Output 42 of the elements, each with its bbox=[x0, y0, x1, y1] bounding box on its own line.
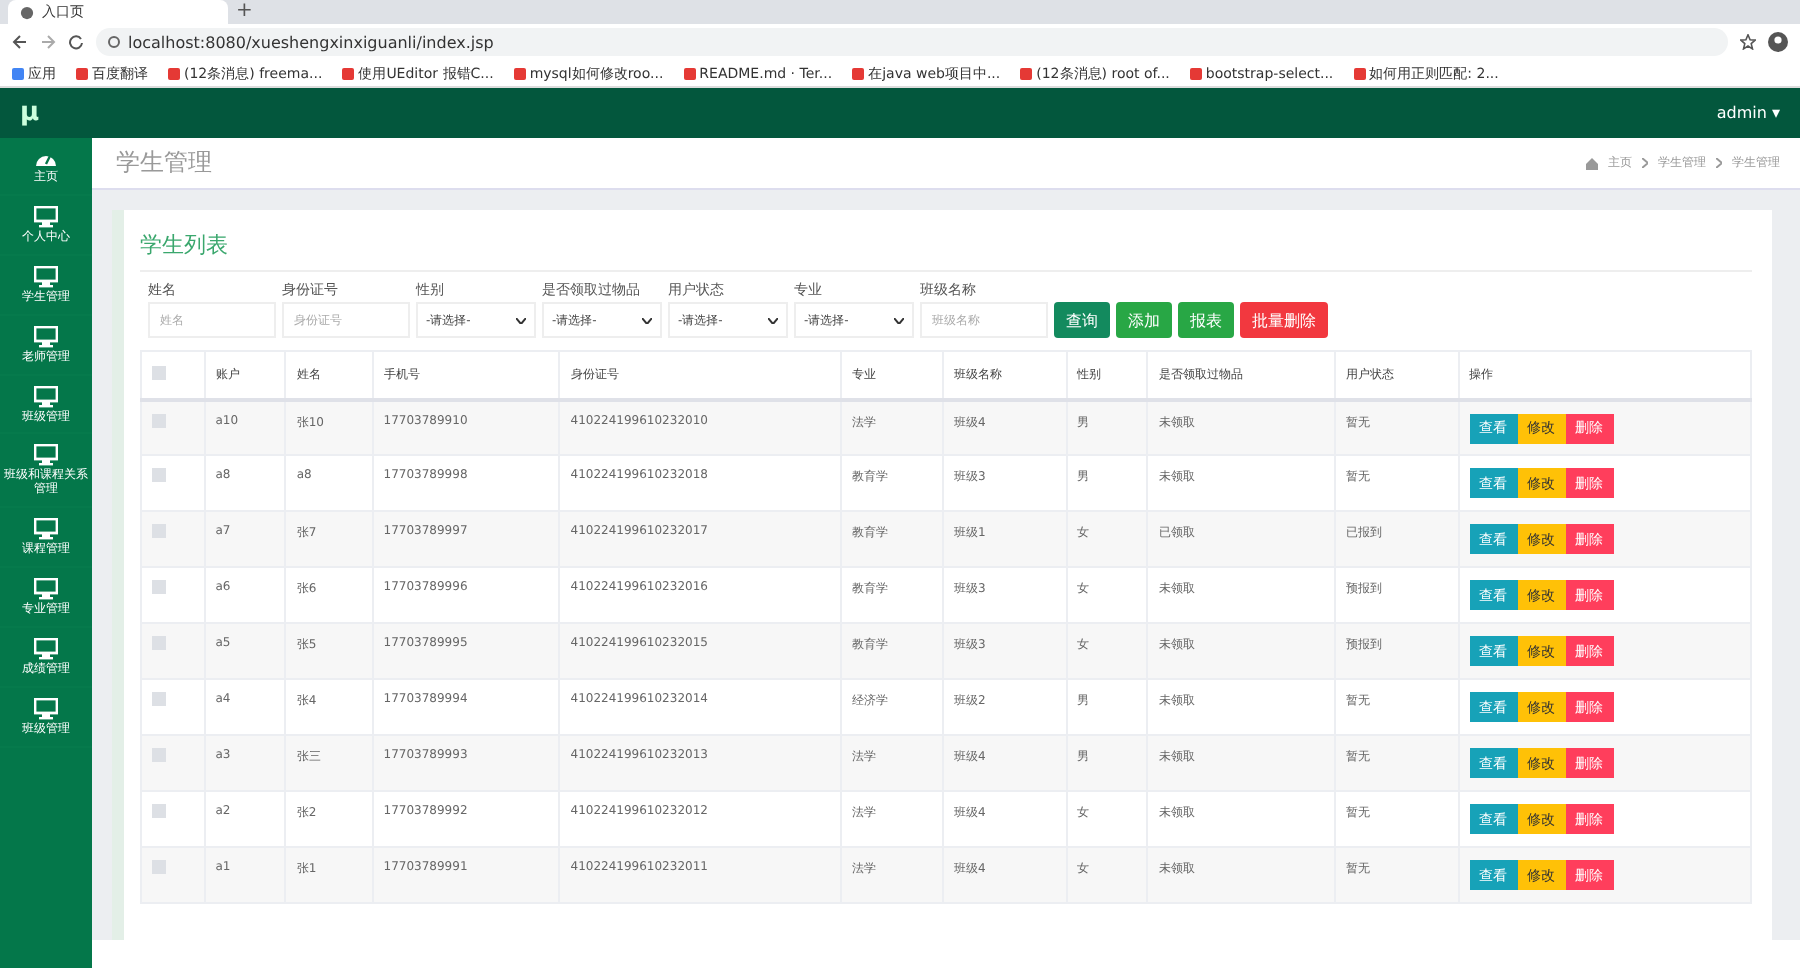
card-title: 学生列表 bbox=[140, 222, 1752, 272]
chevron-icon bbox=[1642, 158, 1648, 168]
user-menu[interactable]: admin ▾ bbox=[1716, 104, 1780, 122]
checkbox[interactable] bbox=[152, 468, 166, 482]
star-icon[interactable] bbox=[1740, 34, 1756, 50]
monitor-icon bbox=[34, 518, 58, 541]
url-text: localhost:8080/xueshengxinxiguanli/index.jsp bbox=[128, 33, 494, 51]
new-tab-button[interactable]: + bbox=[236, 0, 253, 24]
action-button[interactable]: 查询 bbox=[1054, 302, 1110, 338]
monitor-icon bbox=[34, 444, 58, 467]
forward-icon[interactable] bbox=[40, 34, 56, 50]
checkbox[interactable] bbox=[152, 413, 166, 427]
caret-icon bbox=[516, 317, 526, 323]
checkbox[interactable] bbox=[152, 580, 166, 594]
action-button[interactable]: 批量删除 bbox=[1240, 302, 1328, 338]
checkbox[interactable] bbox=[152, 748, 166, 762]
action-button[interactable]: 报表 bbox=[1178, 302, 1234, 338]
checkbox[interactable] bbox=[152, 804, 166, 818]
monitor-icon bbox=[34, 385, 58, 408]
profile-icon[interactable] bbox=[1768, 32, 1788, 52]
caret-icon bbox=[642, 317, 652, 323]
chevron-icon bbox=[1716, 158, 1722, 168]
monitor-icon bbox=[34, 697, 58, 720]
checkbox[interactable] bbox=[152, 692, 166, 706]
reload-icon[interactable] bbox=[68, 34, 84, 50]
monitor-icon bbox=[34, 205, 58, 228]
back-icon[interactable] bbox=[12, 34, 28, 50]
page-title: 学生管理 bbox=[116, 146, 212, 180]
checkbox[interactable] bbox=[152, 365, 166, 380]
logo: μ bbox=[20, 98, 40, 128]
checkbox[interactable] bbox=[152, 860, 166, 874]
action-button[interactable]: 添加 bbox=[1116, 302, 1172, 338]
monitor-icon bbox=[34, 578, 58, 601]
address-bar[interactable]: localhost:8080/xueshengxinxiguanli/index.jsp bbox=[96, 28, 1728, 56]
monitor-icon bbox=[34, 325, 58, 348]
checkbox[interactable] bbox=[152, 524, 166, 538]
checkbox[interactable] bbox=[152, 636, 166, 650]
caret-icon bbox=[894, 317, 904, 323]
monitor-icon bbox=[34, 638, 58, 661]
monitor-icon bbox=[34, 265, 58, 288]
caret-icon bbox=[768, 317, 778, 323]
home-icon bbox=[1586, 157, 1598, 169]
